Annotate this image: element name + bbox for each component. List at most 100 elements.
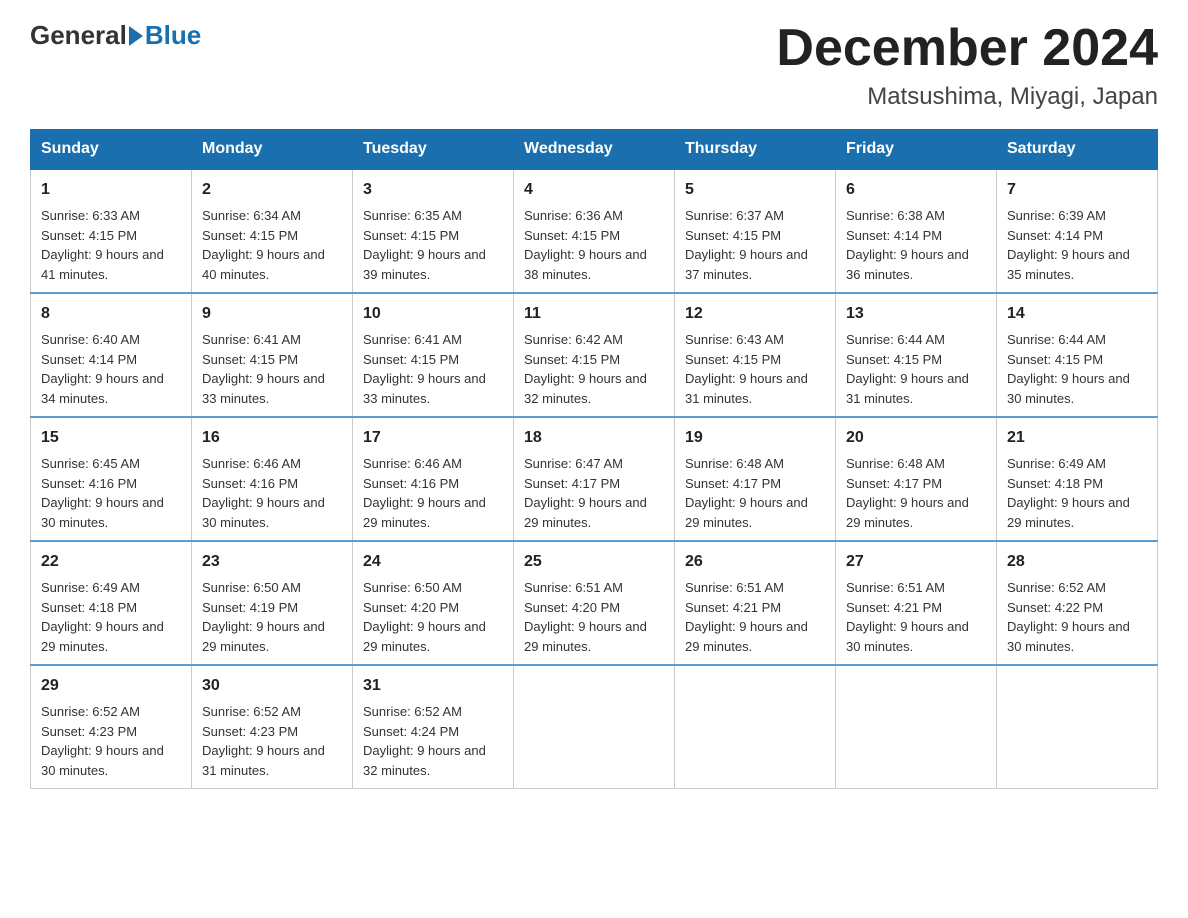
logo-general-text: General bbox=[30, 20, 127, 51]
day-cell: 13 Sunrise: 6:44 AMSunset: 4:15 PMDaylig… bbox=[836, 293, 997, 417]
day-info: Sunrise: 6:50 AMSunset: 4:19 PMDaylight:… bbox=[202, 580, 325, 654]
day-info: Sunrise: 6:36 AMSunset: 4:15 PMDaylight:… bbox=[524, 208, 647, 282]
day-cell: 17 Sunrise: 6:46 AMSunset: 4:16 PMDaylig… bbox=[353, 417, 514, 541]
day-info: Sunrise: 6:51 AMSunset: 4:21 PMDaylight:… bbox=[846, 580, 969, 654]
day-cell bbox=[997, 665, 1158, 789]
day-info: Sunrise: 6:44 AMSunset: 4:15 PMDaylight:… bbox=[1007, 332, 1130, 406]
week-row-1: 1 Sunrise: 6:33 AMSunset: 4:15 PMDayligh… bbox=[31, 169, 1158, 293]
day-cell: 2 Sunrise: 6:34 AMSunset: 4:15 PMDayligh… bbox=[192, 169, 353, 293]
header-friday: Friday bbox=[836, 130, 997, 170]
day-info: Sunrise: 6:48 AMSunset: 4:17 PMDaylight:… bbox=[846, 456, 969, 530]
day-cell: 5 Sunrise: 6:37 AMSunset: 4:15 PMDayligh… bbox=[675, 169, 836, 293]
day-number: 7 bbox=[1007, 178, 1147, 202]
header-monday: Monday bbox=[192, 130, 353, 170]
day-number: 12 bbox=[685, 302, 825, 326]
day-number: 22 bbox=[41, 550, 181, 574]
day-number: 10 bbox=[363, 302, 503, 326]
header-thursday: Thursday bbox=[675, 130, 836, 170]
day-info: Sunrise: 6:52 AMSunset: 4:23 PMDaylight:… bbox=[41, 704, 164, 778]
day-cell: 26 Sunrise: 6:51 AMSunset: 4:21 PMDaylig… bbox=[675, 541, 836, 665]
day-number: 31 bbox=[363, 674, 503, 698]
day-number: 14 bbox=[1007, 302, 1147, 326]
day-number: 13 bbox=[846, 302, 986, 326]
page-header: General Blue December 2024 Matsushima, M… bbox=[30, 20, 1158, 111]
logo-blue-text: Blue bbox=[145, 20, 201, 51]
day-cell: 25 Sunrise: 6:51 AMSunset: 4:20 PMDaylig… bbox=[514, 541, 675, 665]
day-cell: 8 Sunrise: 6:40 AMSunset: 4:14 PMDayligh… bbox=[31, 293, 192, 417]
day-info: Sunrise: 6:47 AMSunset: 4:17 PMDaylight:… bbox=[524, 456, 647, 530]
day-info: Sunrise: 6:48 AMSunset: 4:17 PMDaylight:… bbox=[685, 456, 808, 530]
day-cell: 28 Sunrise: 6:52 AMSunset: 4:22 PMDaylig… bbox=[997, 541, 1158, 665]
day-info: Sunrise: 6:39 AMSunset: 4:14 PMDaylight:… bbox=[1007, 208, 1130, 282]
day-number: 29 bbox=[41, 674, 181, 698]
day-number: 4 bbox=[524, 178, 664, 202]
day-cell: 18 Sunrise: 6:47 AMSunset: 4:17 PMDaylig… bbox=[514, 417, 675, 541]
header-wednesday: Wednesday bbox=[514, 130, 675, 170]
logo-arrow-icon bbox=[129, 26, 143, 46]
calendar-subtitle: Matsushima, Miyagi, Japan bbox=[776, 83, 1158, 111]
day-info: Sunrise: 6:51 AMSunset: 4:20 PMDaylight:… bbox=[524, 580, 647, 654]
calendar-table: SundayMondayTuesdayWednesdayThursdayFrid… bbox=[30, 129, 1158, 789]
logo: General Blue bbox=[30, 20, 201, 51]
day-number: 1 bbox=[41, 178, 181, 202]
day-info: Sunrise: 6:46 AMSunset: 4:16 PMDaylight:… bbox=[202, 456, 325, 530]
week-row-3: 15 Sunrise: 6:45 AMSunset: 4:16 PMDaylig… bbox=[31, 417, 1158, 541]
day-info: Sunrise: 6:52 AMSunset: 4:23 PMDaylight:… bbox=[202, 704, 325, 778]
day-cell: 16 Sunrise: 6:46 AMSunset: 4:16 PMDaylig… bbox=[192, 417, 353, 541]
day-number: 15 bbox=[41, 426, 181, 450]
day-info: Sunrise: 6:38 AMSunset: 4:14 PMDaylight:… bbox=[846, 208, 969, 282]
day-cell: 31 Sunrise: 6:52 AMSunset: 4:24 PMDaylig… bbox=[353, 665, 514, 789]
day-info: Sunrise: 6:46 AMSunset: 4:16 PMDaylight:… bbox=[363, 456, 486, 530]
day-number: 24 bbox=[363, 550, 503, 574]
day-number: 18 bbox=[524, 426, 664, 450]
day-number: 20 bbox=[846, 426, 986, 450]
day-cell: 23 Sunrise: 6:50 AMSunset: 4:19 PMDaylig… bbox=[192, 541, 353, 665]
day-number: 8 bbox=[41, 302, 181, 326]
day-cell bbox=[514, 665, 675, 789]
day-info: Sunrise: 6:50 AMSunset: 4:20 PMDaylight:… bbox=[363, 580, 486, 654]
day-info: Sunrise: 6:34 AMSunset: 4:15 PMDaylight:… bbox=[202, 208, 325, 282]
day-info: Sunrise: 6:44 AMSunset: 4:15 PMDaylight:… bbox=[846, 332, 969, 406]
day-cell: 4 Sunrise: 6:36 AMSunset: 4:15 PMDayligh… bbox=[514, 169, 675, 293]
header-sunday: Sunday bbox=[31, 130, 192, 170]
day-number: 9 bbox=[202, 302, 342, 326]
day-number: 27 bbox=[846, 550, 986, 574]
day-number: 26 bbox=[685, 550, 825, 574]
week-row-2: 8 Sunrise: 6:40 AMSunset: 4:14 PMDayligh… bbox=[31, 293, 1158, 417]
day-number: 21 bbox=[1007, 426, 1147, 450]
day-number: 16 bbox=[202, 426, 342, 450]
day-cell: 12 Sunrise: 6:43 AMSunset: 4:15 PMDaylig… bbox=[675, 293, 836, 417]
day-cell bbox=[836, 665, 997, 789]
day-number: 5 bbox=[685, 178, 825, 202]
day-cell: 30 Sunrise: 6:52 AMSunset: 4:23 PMDaylig… bbox=[192, 665, 353, 789]
header-saturday: Saturday bbox=[997, 130, 1158, 170]
day-cell: 7 Sunrise: 6:39 AMSunset: 4:14 PMDayligh… bbox=[997, 169, 1158, 293]
day-cell: 22 Sunrise: 6:49 AMSunset: 4:18 PMDaylig… bbox=[31, 541, 192, 665]
day-info: Sunrise: 6:49 AMSunset: 4:18 PMDaylight:… bbox=[41, 580, 164, 654]
week-row-4: 22 Sunrise: 6:49 AMSunset: 4:18 PMDaylig… bbox=[31, 541, 1158, 665]
day-cell: 29 Sunrise: 6:52 AMSunset: 4:23 PMDaylig… bbox=[31, 665, 192, 789]
day-info: Sunrise: 6:45 AMSunset: 4:16 PMDaylight:… bbox=[41, 456, 164, 530]
day-info: Sunrise: 6:42 AMSunset: 4:15 PMDaylight:… bbox=[524, 332, 647, 406]
day-cell: 20 Sunrise: 6:48 AMSunset: 4:17 PMDaylig… bbox=[836, 417, 997, 541]
day-cell: 21 Sunrise: 6:49 AMSunset: 4:18 PMDaylig… bbox=[997, 417, 1158, 541]
day-info: Sunrise: 6:49 AMSunset: 4:18 PMDaylight:… bbox=[1007, 456, 1130, 530]
day-cell bbox=[675, 665, 836, 789]
day-number: 19 bbox=[685, 426, 825, 450]
title-section: December 2024 Matsushima, Miyagi, Japan bbox=[776, 20, 1158, 111]
day-number: 6 bbox=[846, 178, 986, 202]
day-info: Sunrise: 6:41 AMSunset: 4:15 PMDaylight:… bbox=[363, 332, 486, 406]
week-row-5: 29 Sunrise: 6:52 AMSunset: 4:23 PMDaylig… bbox=[31, 665, 1158, 789]
day-number: 11 bbox=[524, 302, 664, 326]
day-info: Sunrise: 6:52 AMSunset: 4:24 PMDaylight:… bbox=[363, 704, 486, 778]
day-info: Sunrise: 6:51 AMSunset: 4:21 PMDaylight:… bbox=[685, 580, 808, 654]
day-info: Sunrise: 6:37 AMSunset: 4:15 PMDaylight:… bbox=[685, 208, 808, 282]
calendar-title: December 2024 bbox=[776, 20, 1158, 77]
day-cell: 1 Sunrise: 6:33 AMSunset: 4:15 PMDayligh… bbox=[31, 169, 192, 293]
day-cell: 27 Sunrise: 6:51 AMSunset: 4:21 PMDaylig… bbox=[836, 541, 997, 665]
day-cell: 9 Sunrise: 6:41 AMSunset: 4:15 PMDayligh… bbox=[192, 293, 353, 417]
day-info: Sunrise: 6:43 AMSunset: 4:15 PMDaylight:… bbox=[685, 332, 808, 406]
day-number: 23 bbox=[202, 550, 342, 574]
day-cell: 10 Sunrise: 6:41 AMSunset: 4:15 PMDaylig… bbox=[353, 293, 514, 417]
day-number: 30 bbox=[202, 674, 342, 698]
